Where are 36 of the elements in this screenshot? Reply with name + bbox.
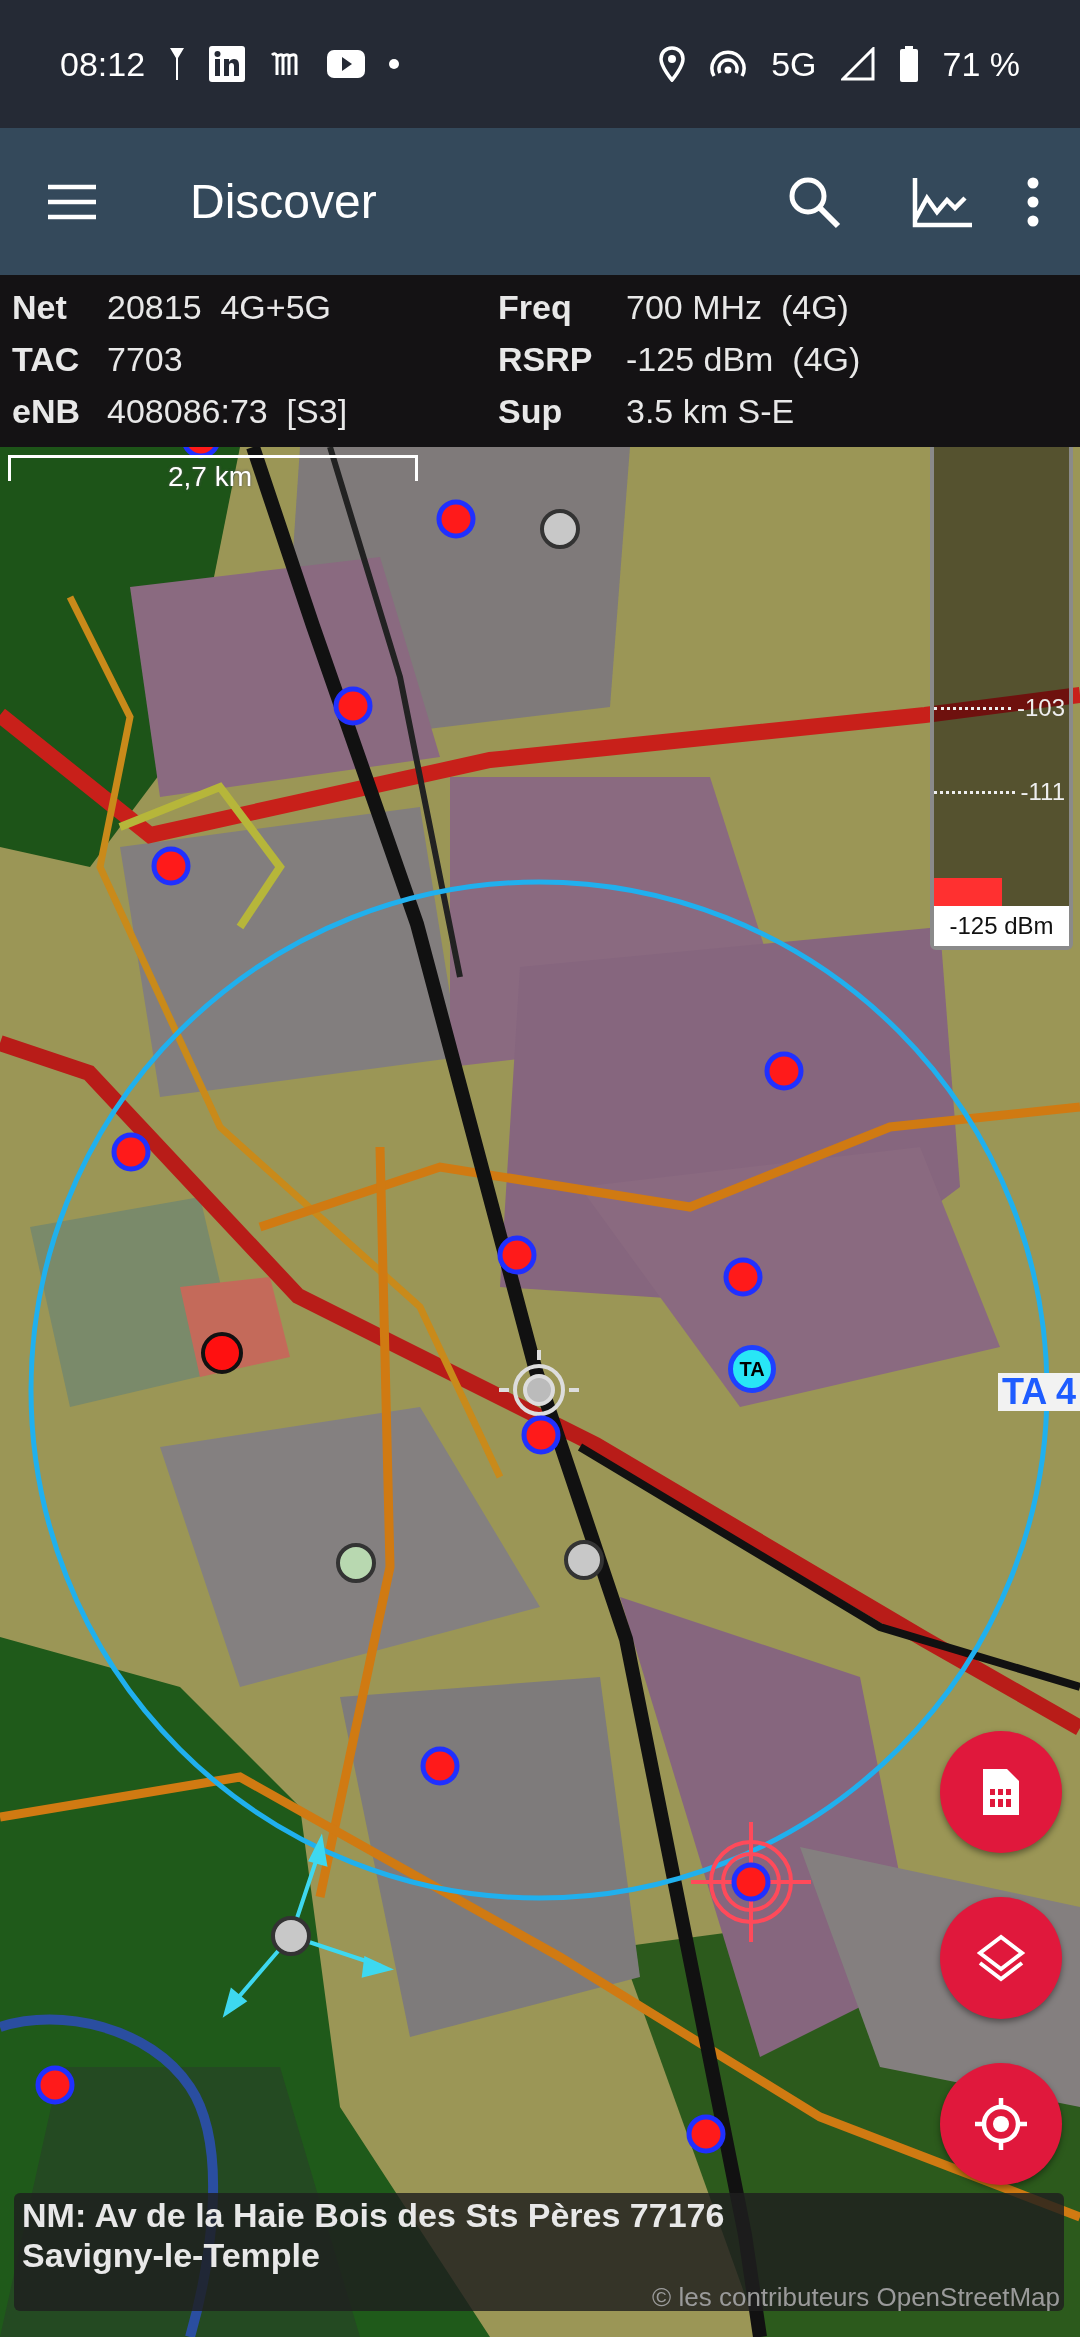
- cell-signal-icon: [840, 47, 875, 81]
- linkedin-icon: [209, 46, 246, 82]
- field-label: Sup: [498, 391, 564, 432]
- hotspot-icon: [709, 48, 748, 80]
- tick-label: -111: [1020, 778, 1065, 806]
- field-label: Freq: [498, 287, 573, 328]
- battery-icon: [898, 46, 919, 82]
- video-play-icon: [327, 50, 366, 78]
- menu-button[interactable]: [46, 182, 98, 221]
- signal-reading: -125 dBm: [934, 906, 1069, 946]
- network-type: 5G: [771, 44, 817, 84]
- layers-icon: [976, 1933, 1026, 1983]
- field-value: -125 dBm (4G): [626, 339, 862, 380]
- antenna-icon: [169, 46, 186, 82]
- sim-card-icon: [981, 1767, 1021, 1817]
- more-options-button[interactable]: [1026, 176, 1040, 227]
- location-pin-icon: [659, 46, 686, 82]
- clock: 08:12: [60, 44, 146, 84]
- field-value: 700 MHz (4G): [626, 287, 850, 328]
- field-label: TAC: [12, 339, 81, 380]
- field-label: RSRP: [498, 339, 594, 380]
- field-value: 3.5 km S-E: [626, 391, 796, 432]
- map-attribution: © les contributeurs OpenStreetMap: [652, 2282, 1060, 2313]
- tick-label: -103: [1016, 694, 1065, 722]
- field-value: 7703: [107, 339, 184, 380]
- timing-advance-label: TA 4: [998, 1373, 1080, 1411]
- app-title: Discover: [190, 174, 378, 229]
- battery-percent: 71 %: [942, 44, 1020, 84]
- field-label: eNB: [12, 391, 82, 432]
- scale-label: 2,7 km: [168, 461, 253, 493]
- field-label: Net: [12, 287, 68, 328]
- crosshair-icon: [973, 2096, 1029, 2152]
- chart-button[interactable]: [912, 175, 972, 228]
- dot-icon: [389, 59, 400, 69]
- field-value: 408086:73 [S3]: [107, 391, 349, 432]
- field-value: 20815 4G+5G: [107, 287, 332, 328]
